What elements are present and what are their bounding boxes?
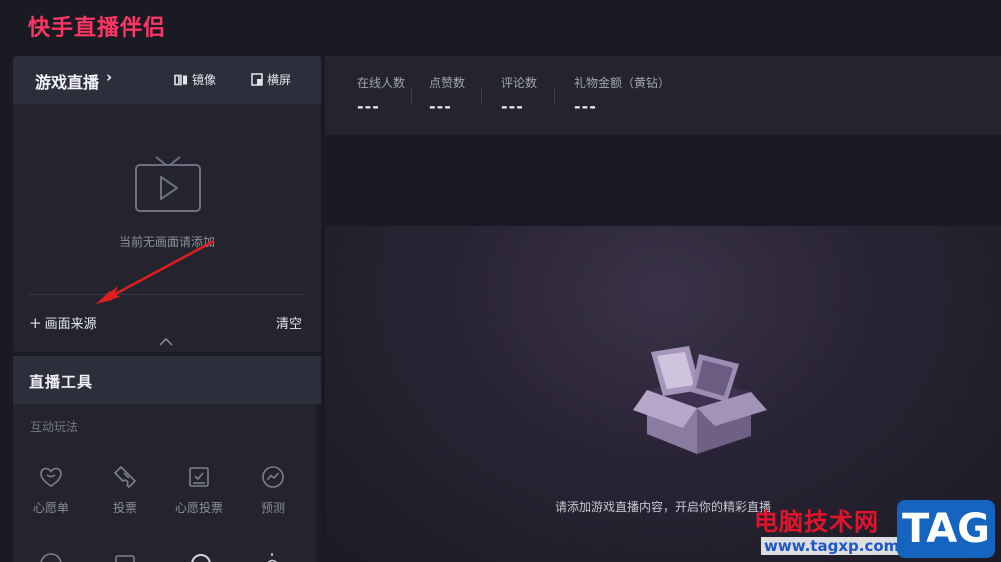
stat-divider	[481, 88, 482, 104]
stat-comments: 评论数 ---	[501, 74, 537, 116]
clear-button[interactable]: 清空	[276, 313, 302, 332]
tool-predict[interactable]: 预测	[236, 464, 310, 516]
stat-divider	[411, 88, 412, 104]
add-source-label: 画面来源	[44, 317, 97, 332]
stat-label: 礼物金额（黄钻）	[574, 76, 671, 90]
ticket-icon	[114, 466, 136, 488]
tool-label: 心愿单	[32, 501, 69, 515]
tool-label: 预测	[260, 501, 285, 515]
mirror-button[interactable]: 镜像	[174, 71, 216, 88]
landscape-icon	[251, 73, 263, 86]
empty-box-illustration	[633, 346, 767, 454]
stat-value: ---	[357, 97, 380, 116]
tools-title: 直播工具	[29, 373, 94, 391]
scrollbar[interactable]	[316, 404, 321, 562]
vote-box-icon	[189, 467, 209, 487]
tool-wish-vote[interactable]: 心愿投票	[162, 464, 236, 516]
empty-scene-text: 当前无画面请添加	[118, 235, 215, 249]
chevron-up-icon[interactable]	[159, 338, 173, 346]
landscape-button[interactable]: 横屏	[251, 71, 291, 88]
plus-icon: +	[29, 314, 42, 332]
tool-icon-partial	[40, 553, 62, 562]
mirror-label: 镜像	[192, 73, 217, 87]
trend-icon	[262, 466, 284, 488]
watermark-site-name: 电脑技术网	[754, 508, 879, 536]
chevron-right-icon[interactable]: ›	[106, 68, 112, 86]
stat-value: ---	[574, 97, 597, 116]
watermark-logo: TAG	[897, 500, 995, 558]
tv-play-icon	[135, 156, 201, 212]
tool-wishlist[interactable]: 心愿单	[14, 464, 88, 516]
mirror-icon	[174, 74, 187, 85]
app-title: 快手直播伴侣	[28, 16, 167, 41]
live-tools-panel: 直播工具 互动玩法 心愿单 投票 心愿投票 预测	[13, 356, 321, 562]
divider	[29, 294, 305, 295]
tool-vote[interactable]: 投票	[88, 464, 162, 516]
stat-label: 在线人数	[357, 76, 406, 90]
tool-icon-partial	[191, 554, 211, 562]
scene-panel: 游戏直播 › 镜像 横屏 当前无画面请添加 + 画面来源 清空	[13, 56, 321, 352]
scene-header: 游戏直播 › 镜像 横屏	[13, 56, 321, 104]
landscape-label: 横屏	[267, 73, 292, 87]
watermark-url: www.tagxp.com	[761, 537, 903, 555]
stat-online: 在线人数 ---	[357, 74, 405, 116]
tool-label: 心愿投票	[174, 501, 223, 515]
stats-panel: 在线人数 --- 点赞数 --- 评论数 --- 礼物金额（黄钻） ---	[325, 56, 1001, 135]
stat-label: 点赞数	[429, 76, 466, 90]
tool-icon-partial	[115, 555, 135, 562]
scene-selector[interactable]: 游戏直播	[35, 69, 99, 93]
stat-divider	[554, 88, 555, 104]
tools-header: 直播工具	[13, 356, 321, 404]
tool-label: 投票	[112, 501, 137, 515]
add-source-button[interactable]: + 画面来源	[29, 313, 97, 332]
stat-likes: 点赞数 ---	[429, 74, 465, 116]
stat-value: ---	[429, 97, 452, 116]
stat-gifts: 礼物金额（黄钻） ---	[574, 74, 670, 116]
section-label: 互动玩法	[30, 420, 79, 434]
heart-chat-icon	[40, 467, 62, 487]
tool-icon-partial	[267, 553, 278, 562]
stat-label: 评论数	[501, 76, 538, 90]
stat-value: ---	[501, 97, 524, 116]
